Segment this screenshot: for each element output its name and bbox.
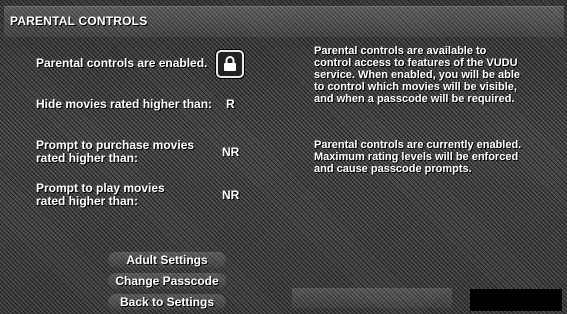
parental-controls-screen: PARENTAL CONTROLS Parental controls are … xyxy=(0,0,567,314)
info-line: to control which movies will be visible, xyxy=(314,81,517,93)
black-overlay-box xyxy=(470,289,562,311)
info-line: Parental controls are currently enabled. xyxy=(314,139,522,151)
info-paragraph-1: Parental controls are available to contr… xyxy=(314,45,520,105)
info-line: control access to features of the VUDU xyxy=(314,57,518,69)
info-line: service. When enabled, you will be able xyxy=(314,69,521,81)
change-passcode-button[interactable]: Change Passcode xyxy=(108,273,226,289)
lock-icon xyxy=(224,56,236,71)
purchase-rating-value[interactable]: NR xyxy=(222,145,239,159)
adult-settings-button[interactable]: Adult Settings xyxy=(108,252,226,268)
lock-toggle-button[interactable] xyxy=(216,50,244,78)
enabled-label: Parental controls are enabled. xyxy=(36,56,208,70)
purchase-prompt-label-line2: rated higher than: xyxy=(36,151,139,165)
info-line: and when a passcode will be required. xyxy=(314,93,515,105)
info-paragraph-2: Parental controls are currently enabled.… xyxy=(314,139,521,175)
hide-rating-value[interactable]: R xyxy=(226,97,235,111)
info-line: Maximum rating levels will be enforced xyxy=(314,151,519,163)
page-title: PARENTAL CONTROLS xyxy=(10,14,148,28)
info-line: Parental controls are available to xyxy=(314,45,487,57)
back-to-settings-button[interactable]: Back to Settings xyxy=(108,294,226,310)
play-prompt-label-line2: rated higher than: xyxy=(36,194,139,208)
play-rating-value[interactable]: NR xyxy=(222,188,239,202)
play-prompt-label-line1: Prompt to play movies xyxy=(36,181,165,195)
purchase-prompt-label-line1: Prompt to purchase movies xyxy=(36,138,195,152)
footer-bar xyxy=(292,288,452,308)
hide-movies-label: Hide movies rated higher than: xyxy=(36,97,213,111)
info-line: and cause passcode prompts. xyxy=(314,163,472,175)
